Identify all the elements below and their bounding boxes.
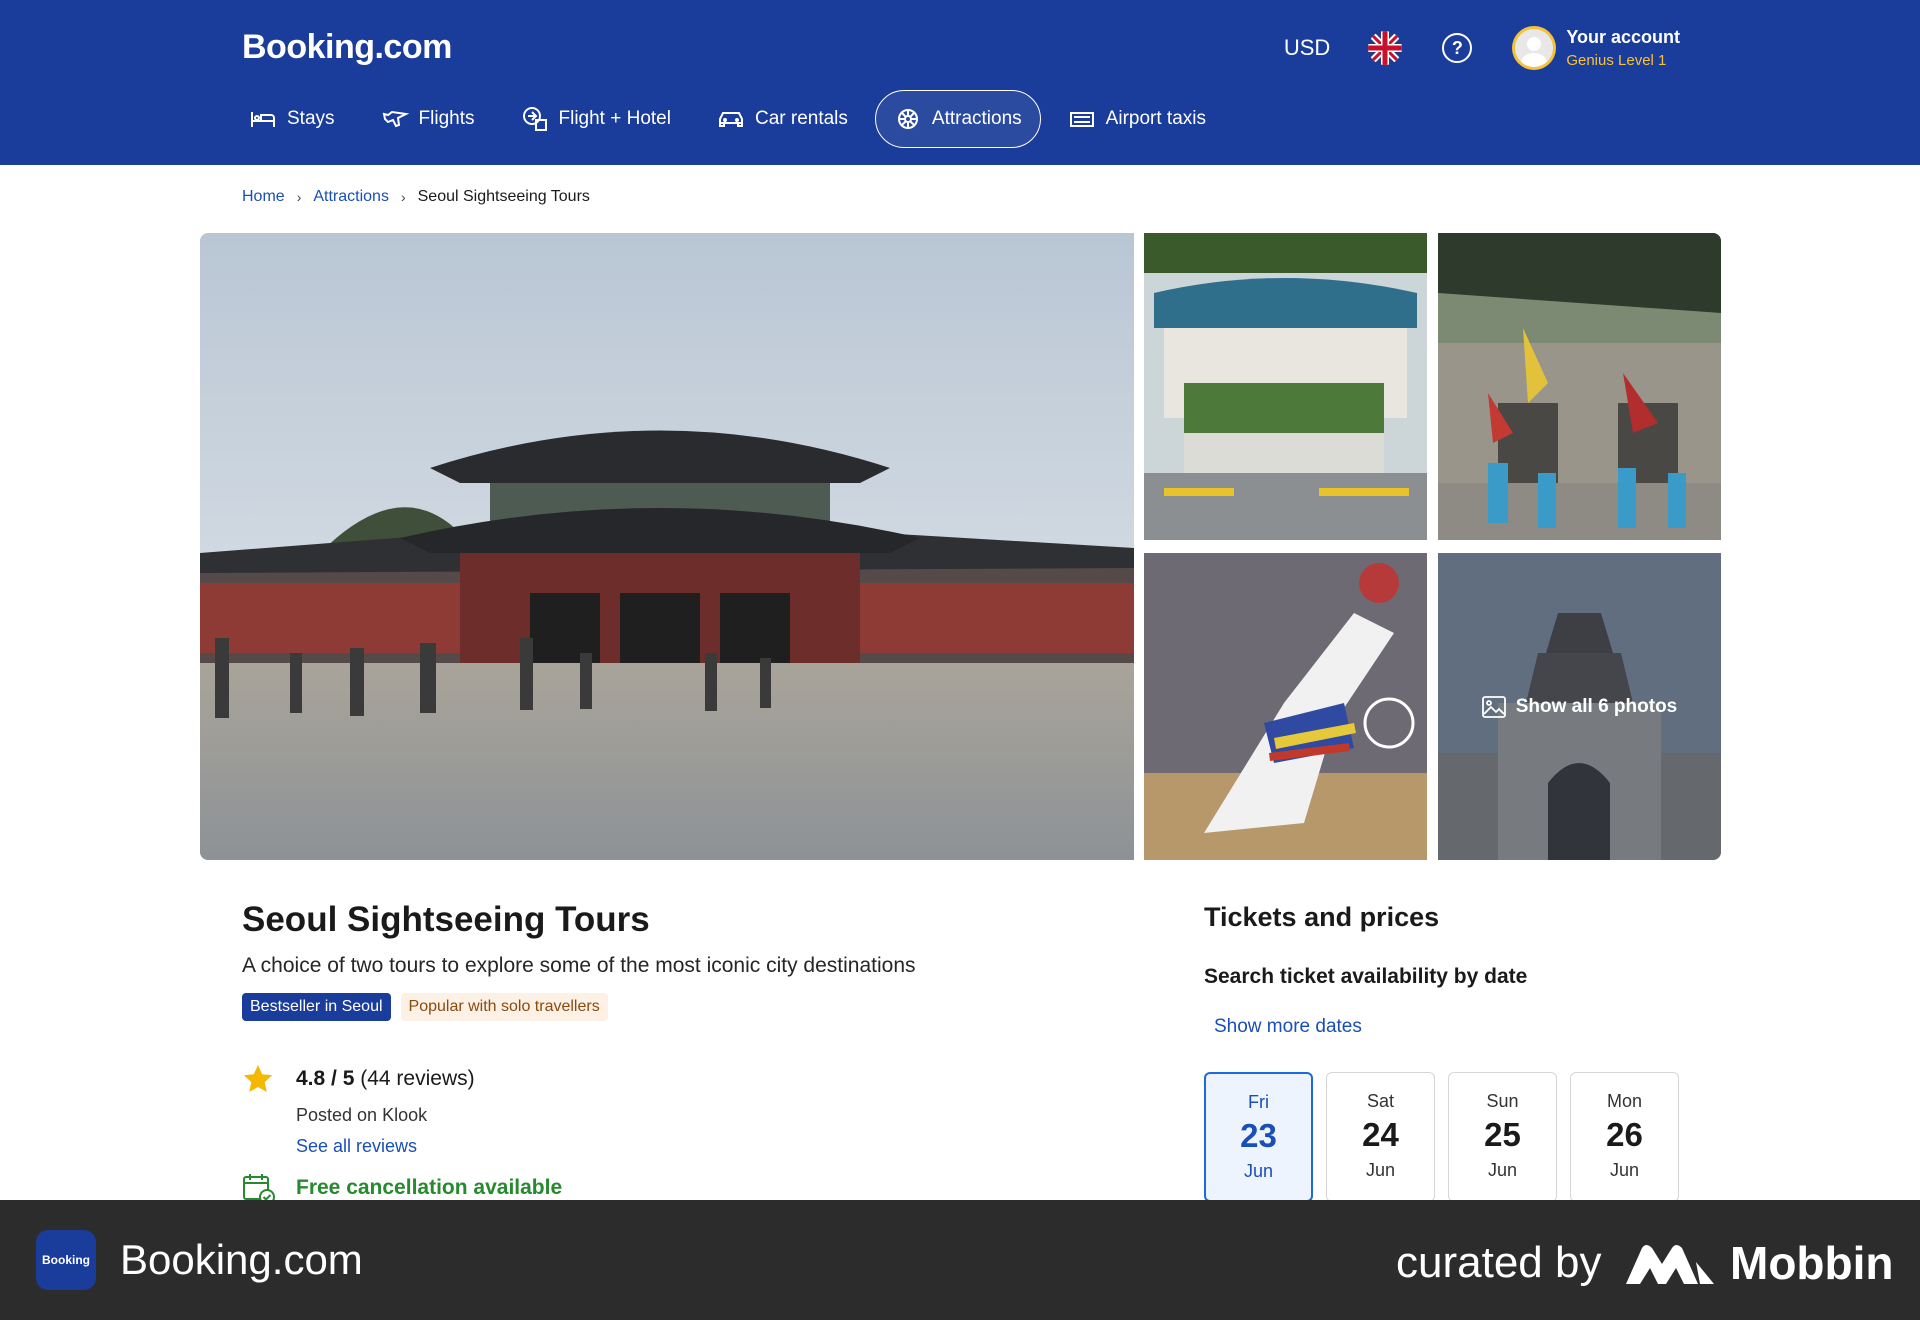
header-actions: USD ? Your account Genius Level 1 <box>1284 22 1680 74</box>
nav-stays[interactable]: Stays <box>230 90 354 148</box>
popular-badge: Popular with solo travellers <box>400 993 608 1021</box>
currency-selector[interactable]: USD <box>1284 35 1330 61</box>
date-card[interactable]: Mon 26 Jun <box>1570 1072 1679 1202</box>
date-month: Jun <box>1609 1160 1640 1180</box>
date-picker: Fri 23 Jun Sat 24 Jun Sun 25 Jun Mon 26 … <box>1204 1072 1679 1202</box>
booking-app-icon: Booking <box>36 1230 96 1290</box>
plane-icon <box>382 110 409 128</box>
date-month: Jun <box>1365 1160 1396 1180</box>
curation-footer: Booking Booking.com curated by Mobbin <box>0 1200 1920 1320</box>
top-header: Booking.com USD ? Your account Genius Le… <box>0 0 1920 165</box>
breadcrumb: Home › Attractions › Seoul Sightseeing T… <box>242 188 590 206</box>
date-month: Jun <box>1243 1161 1274 1181</box>
date-day: 23 <box>1240 1117 1277 1154</box>
main-nav: Stays Flights Flight + Hotel Car rentals… <box>230 90 1225 148</box>
mobbin-logo-icon <box>1626 1245 1714 1284</box>
rating-summary: 4.8 / 5 (44 reviews) <box>296 1067 475 1091</box>
main-photo-palace[interactable] <box>200 233 1134 860</box>
help-icon[interactable]: ? <box>1442 33 1473 63</box>
show-all-label: Show all 6 photos <box>1515 695 1678 717</box>
date-day: 24 <box>1362 1116 1399 1153</box>
nav-car-rentals[interactable]: Car rentals <box>698 90 867 148</box>
uk-flag-icon[interactable] <box>1368 31 1403 65</box>
mobbin-name: Mobbin <box>1730 1237 1894 1289</box>
posted-source: Posted on Klook <box>296 1105 428 1125</box>
account-name: Your account <box>1566 27 1680 47</box>
bed-icon <box>251 112 275 127</box>
free-cancellation: Free cancellation available <box>296 1176 563 1199</box>
date-card-selected[interactable]: Fri 23 Jun <box>1204 1072 1313 1202</box>
breadcrumb-attractions[interactable]: Attractions <box>313 188 389 206</box>
mobbin-brand: Mobbin <box>1626 1236 1894 1290</box>
genius-level: Genius Level 1 <box>1566 52 1667 69</box>
car-icon <box>718 112 743 127</box>
rating-score: 4.8 / 5 <box>296 1067 355 1090</box>
nav-attractions[interactable]: Attractions <box>874 90 1041 148</box>
nav-label: Stays <box>287 108 335 129</box>
curated-by-label: curated by <box>1396 1238 1602 1287</box>
nav-label: Attractions <box>931 108 1022 129</box>
nav-flight-hotel[interactable]: Flight + Hotel <box>502 90 690 148</box>
nav-flights[interactable]: Flights <box>362 90 494 148</box>
date-weekday: Sun <box>1486 1091 1519 1111</box>
badges: Bestseller in Seoul Popular with solo tr… <box>242 993 608 1021</box>
photo-blue-house[interactable] <box>1144 233 1427 540</box>
tickets-title: Tickets and prices <box>1204 902 1440 932</box>
nav-label: Car rentals <box>754 108 848 129</box>
date-weekday: Sat <box>1366 1091 1395 1111</box>
attraction-subtitle: A choice of two tours to explore some of… <box>242 954 916 977</box>
breadcrumb-current: Seoul Sightseeing Tours <box>417 188 590 205</box>
date-weekday: Fri <box>1248 1092 1269 1112</box>
photo-gallery: Show all 6 photos <box>200 233 1721 860</box>
date-weekday: Mon <box>1606 1091 1642 1111</box>
footer-app-name: Booking.com <box>120 1236 363 1283</box>
flight-hotel-icon <box>522 107 547 131</box>
booking-logo[interactable]: Booking.com <box>242 28 452 67</box>
date-month: Jun <box>1487 1160 1518 1180</box>
show-all-photos-button[interactable]: Show all 6 photos <box>1438 553 1721 860</box>
date-day: 25 <box>1484 1116 1521 1153</box>
photo-guard-ceremony[interactable] <box>1438 233 1721 540</box>
breadcrumb-home[interactable]: Home <box>242 188 285 206</box>
attractions-icon <box>897 109 918 129</box>
date-card[interactable]: Sun 25 Jun <box>1448 1072 1557 1202</box>
nav-label: Airport taxis <box>1105 108 1206 129</box>
taxi-icon <box>1069 112 1094 127</box>
page-title: Seoul Sightseeing Tours <box>242 900 650 939</box>
review-count: (44 reviews) <box>360 1067 475 1090</box>
nav-airport-taxis[interactable]: Airport taxis <box>1049 90 1225 148</box>
chevron-right-icon: › <box>400 189 406 205</box>
photo-museum-pagoda[interactable]: Show all 6 photos <box>1438 553 1721 860</box>
chevron-right-icon: › <box>296 189 302 205</box>
bestseller-badge: Bestseller in Seoul <box>242 993 391 1021</box>
star-icon <box>243 1065 273 1092</box>
avatar[interactable] <box>1512 26 1557 70</box>
show-more-dates-link[interactable]: Show more dates <box>1214 1016 1362 1038</box>
image-icon <box>1481 695 1506 718</box>
photo-folk-dancer[interactable] <box>1144 553 1427 860</box>
date-card[interactable]: Sat 24 Jun <box>1326 1072 1435 1202</box>
date-day: 26 <box>1606 1116 1643 1153</box>
account-block[interactable]: Your account Genius Level 1 <box>1566 27 1680 69</box>
nav-label: Flights <box>418 108 475 129</box>
nav-label: Flight + Hotel <box>558 108 671 129</box>
search-availability-label: Search ticket availability by date <box>1204 965 1528 988</box>
see-all-reviews-link[interactable]: See all reviews <box>296 1136 417 1157</box>
